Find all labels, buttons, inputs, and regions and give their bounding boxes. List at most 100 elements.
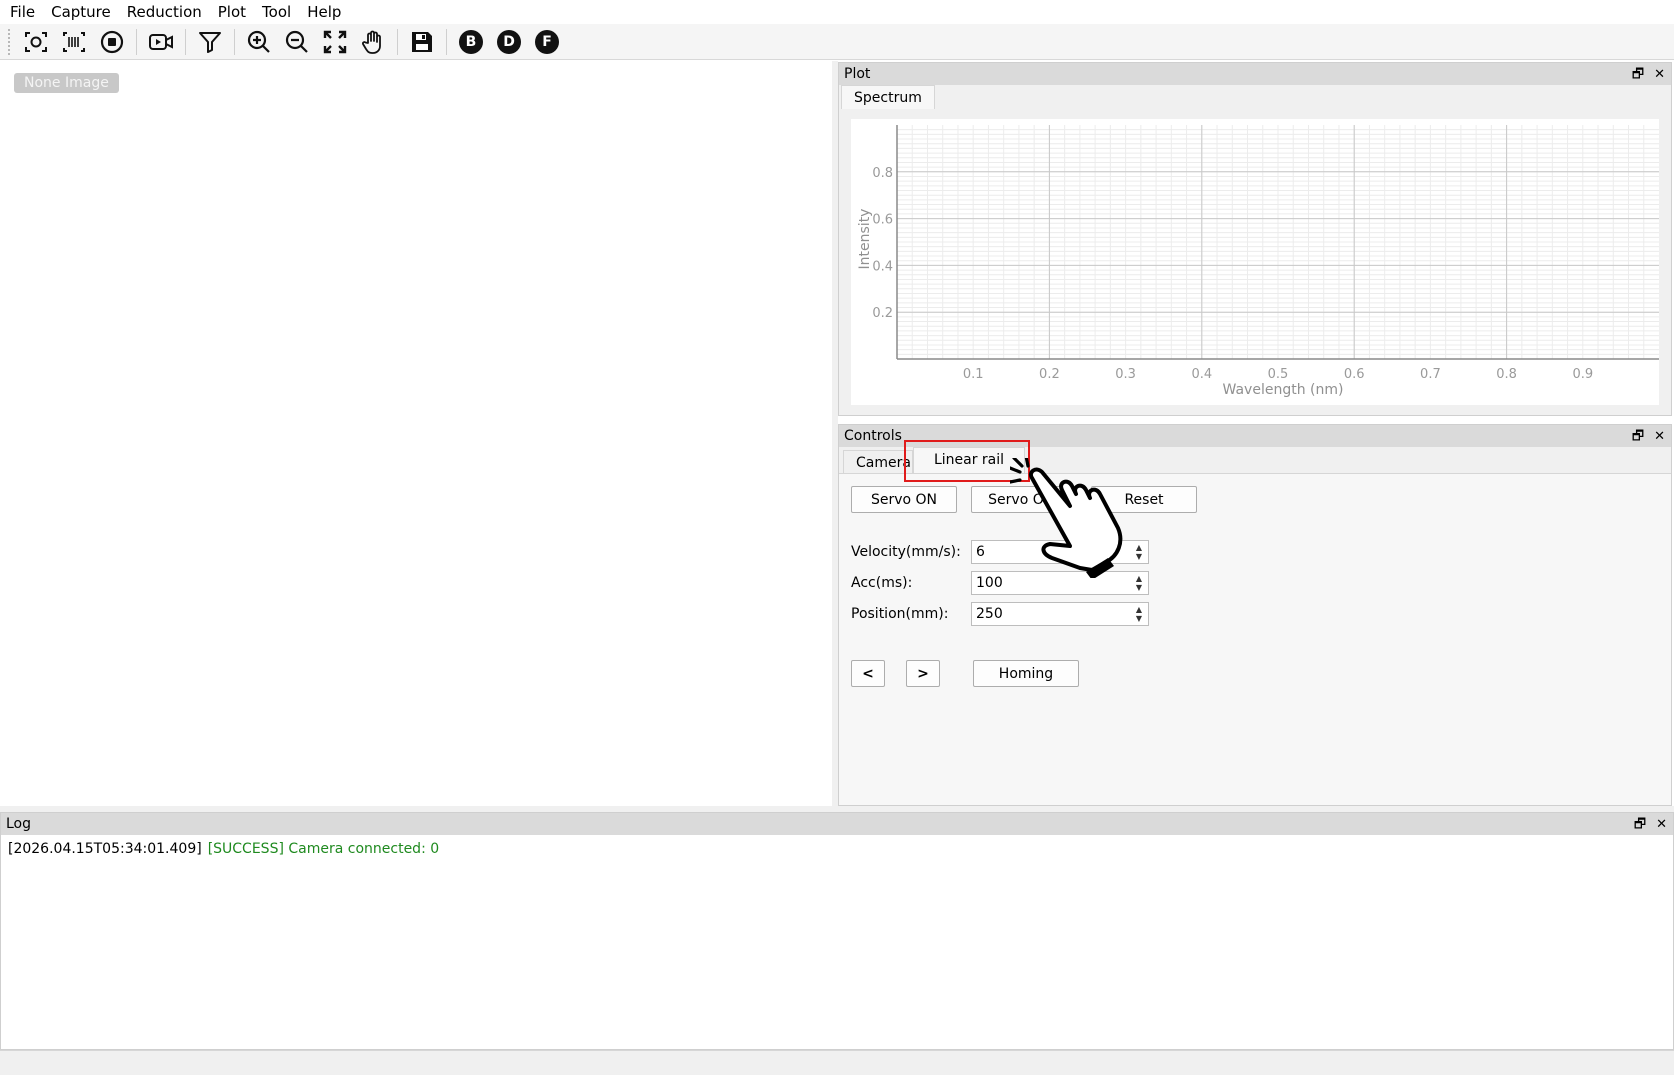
position-label: Position(mm): (851, 606, 949, 622)
zoom-in-icon (247, 30, 270, 53)
menu-tool[interactable]: Tool (254, 0, 299, 24)
spectrum-chart-svg: 0.1 0.2 0.3 0.4 0.5 0.6 0.7 0.8 0.9 0.2 0.4 0.6 0.8… (857, 125, 1659, 398)
chart-y-ticks: 0.2 0.4 0.6 0.8 (872, 166, 893, 321)
close-icon[interactable]: ✕ (1654, 430, 1665, 443)
tab-linear-rail[interactable]: Linear rail (913, 447, 1025, 474)
toolbar: B D F (0, 24, 1674, 60)
log-entry: [2026.04.15T05:34:01.409] [SUCCESS] Camer… (8, 841, 1666, 857)
acc-spinbox[interactable]: 100 ▲ ▼ (971, 571, 1149, 595)
prev-button[interactable]: < (851, 660, 885, 687)
zoom-in-button[interactable] (242, 26, 276, 58)
filter-icon (199, 31, 221, 53)
servo-on-button[interactable]: Servo ON (851, 486, 957, 513)
image-status-badge: None Image (14, 73, 119, 93)
velocity-spinbox[interactable]: 6 ▲ ▼ (971, 540, 1149, 564)
chart-x-tick-label: 0.4 (1191, 367, 1212, 382)
stop-button[interactable] (95, 26, 129, 58)
plot-dock-title: Plot 🗗 ✕ (839, 63, 1671, 85)
hand-icon (362, 30, 381, 54)
stop-icon (100, 30, 124, 53)
menu-help[interactable]: Help (299, 0, 349, 24)
spin-down-icon[interactable]: ▼ (1136, 614, 1142, 623)
video-button[interactable] (144, 26, 178, 58)
chart-y-tick-label: 0.4 (872, 259, 893, 274)
spectrum-chart: 0.1 0.2 0.3 0.4 0.5 0.6 0.7 0.8 0.9 0.2 0.4 0.6 0.8… (851, 119, 1659, 405)
chart-x-tick-label: 0.5 (1268, 367, 1289, 382)
capture-icon (25, 31, 47, 52)
video-icon (149, 33, 173, 50)
chart-x-ticks: 0.1 0.2 0.3 0.4 0.5 0.6 0.7 0.8 0.9 (963, 367, 1593, 382)
chart-x-tick-label: 0.3 (1115, 367, 1136, 382)
spin-up-icon[interactable]: ▲ (1136, 605, 1142, 614)
spin-arrows[interactable]: ▲ ▼ (1131, 573, 1147, 593)
f-button[interactable]: F (530, 26, 564, 58)
menu-capture[interactable]: Capture (43, 0, 119, 24)
position-spinbox[interactable]: 250 ▲ ▼ (971, 602, 1149, 626)
position-value: 250 (976, 606, 1003, 622)
float-icon[interactable]: 🗗 (1634, 818, 1646, 831)
controls-tabbar: Camera Linear rail (841, 447, 1025, 474)
barcode-button[interactable] (57, 26, 91, 58)
log-dock-title: Log 🗗 ✕ (1, 813, 1673, 835)
fit-screen-icon (323, 30, 347, 53)
menu-plot[interactable]: Plot (210, 0, 254, 24)
log-message: [SUCCESS] Camera connected: 0 (207, 841, 440, 857)
save-button[interactable] (405, 26, 439, 58)
filter-button[interactable] (193, 26, 227, 58)
d-icon: D (497, 29, 521, 54)
tab-camera[interactable]: Camera (843, 450, 913, 474)
spin-arrows[interactable]: ▲ ▼ (1131, 604, 1147, 624)
tab-spectrum[interactable]: Spectrum (841, 85, 935, 109)
acc-value: 100 (976, 575, 1003, 591)
menu-reduction[interactable]: Reduction (119, 0, 210, 24)
status-bar (0, 1050, 1674, 1075)
spin-down-icon[interactable]: ▼ (1136, 583, 1142, 592)
spin-arrows[interactable]: ▲ ▼ (1131, 542, 1147, 562)
log-dock: Log 🗗 ✕ [2026.04.15T05:34:01.409] [SUCCES… (0, 812, 1674, 1050)
fit-screen-button[interactable] (318, 26, 352, 58)
b-button[interactable]: B (454, 26, 488, 58)
servo-off-button[interactable]: Servo OFF (971, 486, 1077, 513)
toolbar-separator (136, 28, 137, 55)
chart-y-tick-label: 0.2 (872, 306, 893, 321)
zoom-out-icon (285, 30, 308, 53)
chart-x-tick-label: 0.9 (1572, 367, 1593, 382)
reset-button[interactable]: Reset (1091, 486, 1197, 513)
f-icon: F (535, 29, 559, 54)
close-icon[interactable]: ✕ (1654, 68, 1665, 81)
log-view[interactable]: [2026.04.15T05:34:01.409] [SUCCESS] Camer… (1, 835, 1673, 1049)
log-timestamp: [2026.04.15T05:34:01.409] (8, 841, 202, 857)
chart-x-tick-label: 0.8 (1496, 367, 1517, 382)
menu-bar: File Capture Reduction Plot Tool Help (0, 0, 1674, 24)
chart-x-tick-label: 0.1 (963, 367, 984, 382)
linear-rail-panel: Servo ON Servo OFF Reset Velocity(mm/s):… (839, 473, 1671, 805)
float-icon[interactable]: 🗗 (1632, 68, 1644, 81)
spin-up-icon[interactable]: ▲ (1136, 574, 1142, 583)
b-icon: B (459, 29, 483, 54)
toolbar-separator (446, 28, 447, 55)
toolbar-separator (397, 28, 398, 55)
controls-dock-title: Controls 🗗 ✕ (839, 425, 1671, 447)
spin-down-icon[interactable]: ▼ (1136, 552, 1142, 561)
d-button[interactable]: D (492, 26, 526, 58)
controls-dock-title-text: Controls (844, 428, 902, 444)
next-button[interactable]: > (906, 660, 940, 687)
zoom-out-button[interactable] (280, 26, 314, 58)
menu-file[interactable]: File (4, 0, 43, 24)
chart-minor-grid (897, 125, 1659, 359)
float-icon[interactable]: 🗗 (1632, 430, 1644, 443)
plot-dock: Plot 🗗 ✕ Spectrum 0.1 0.2 0.3 0.4 0.5 0.6 0.7 0… (838, 62, 1672, 416)
pan-button[interactable] (356, 26, 390, 58)
chart-x-tick-label: 0.7 (1420, 367, 1441, 382)
capture-button[interactable] (19, 26, 53, 58)
velocity-label: Velocity(mm/s): (851, 544, 961, 560)
toolbar-separator (234, 28, 235, 55)
chart-y-tick-label: 0.6 (872, 213, 893, 228)
spin-up-icon[interactable]: ▲ (1136, 543, 1142, 552)
toolbar-grip[interactable] (8, 28, 11, 55)
chart-x-tick-label: 0.2 (1039, 367, 1060, 382)
homing-button[interactable]: Homing (973, 660, 1079, 687)
image-view[interactable]: None Image (2, 61, 832, 806)
close-icon[interactable]: ✕ (1656, 818, 1667, 831)
plot-dock-title-text: Plot (844, 66, 871, 82)
